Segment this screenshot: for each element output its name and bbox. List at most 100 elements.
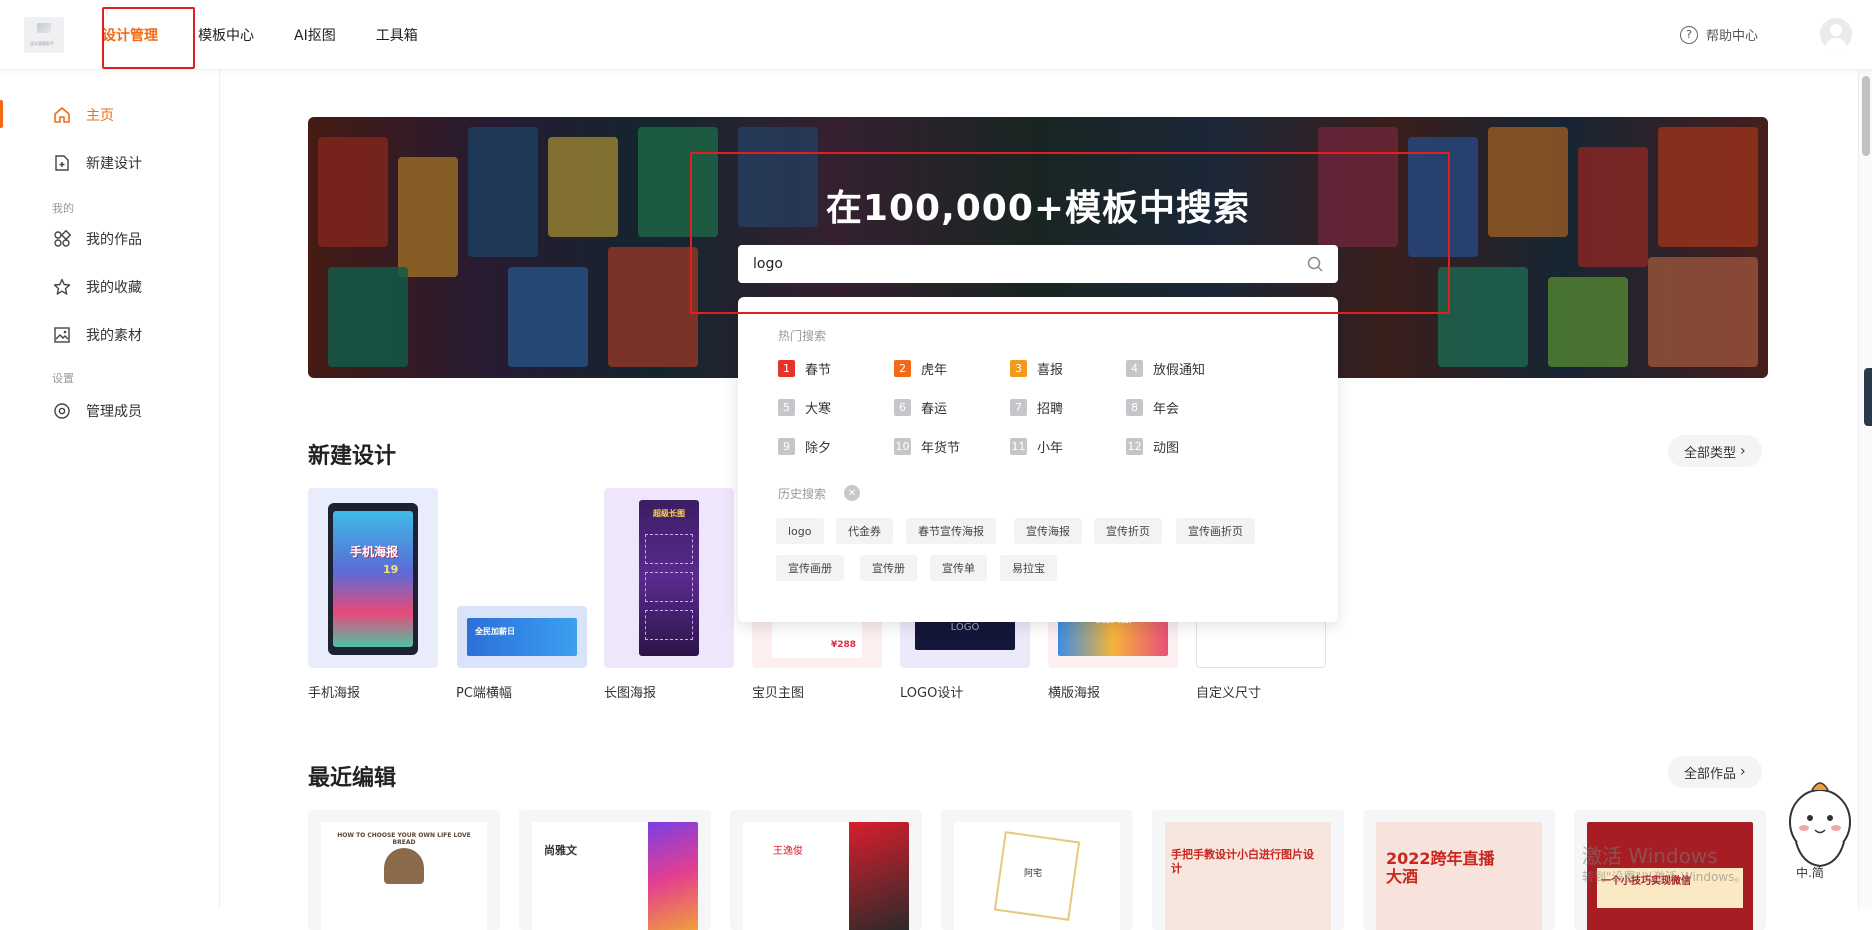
hot-search-item[interactable]: 1 春节 [778,359,831,378]
page-scrollbar[interactable] [1858,70,1872,909]
rank-badge: 11 [1010,438,1027,455]
history-search-label: 历史搜索 [778,487,827,501]
history-tag[interactable]: 春节宣传海报 [906,518,996,544]
pc-banner-text: 全民加薪日 [475,627,515,636]
rank-badge: 3 [1010,360,1027,377]
rank-badge: 4 [1126,360,1143,377]
sidebar-item-home[interactable]: 主页 [52,105,114,125]
recent-work-thumbnail: 手把手教设计小白进行图片设计 [1165,822,1331,930]
thumb-shape [849,822,909,930]
design-card-pc-banner[interactable]: 全民加薪日 [456,488,587,668]
sidebar-item-my-favorites[interactable]: 我的收藏 [52,277,142,297]
history-tag[interactable]: 宣传折页 [1094,518,1162,544]
sidebar-item-manage-members[interactable]: 管理成员 [52,401,142,421]
scrollbar-thumb[interactable] [1862,76,1870,156]
rank-badge: 7 [1010,399,1027,416]
recent-work-card[interactable]: 手把手教设计小白进行图片设计 [1152,810,1344,930]
design-card-long-poster[interactable]: 超级长图 [604,488,734,668]
active-indicator [0,100,3,128]
nav-toolbox[interactable]: 工具箱 [376,25,418,45]
long-poster-image: 超级长图 [639,500,699,656]
all-works-button[interactable]: 全部作品 › [1668,756,1762,788]
hot-search-item[interactable]: 9 除夕 [778,437,831,456]
thumb-text: 尚雅文 [544,844,577,857]
sidebar-item-new-design[interactable]: 新建设计 [52,153,142,173]
clear-history-icon[interactable]: ✕ [844,485,860,501]
thumb-text: 阿宅 [1024,869,1043,879]
card-label: 宝贝主图 [752,686,805,701]
hot-search-label: 招聘 [1037,402,1064,417]
hot-search-item[interactable]: 7 招聘 [1010,398,1063,417]
thumb-text: 王逸俊 [773,846,803,857]
cupcake-icon [384,848,424,884]
recent-work-card[interactable]: 尚雅文 [519,810,711,930]
hot-search-label: 放假通知 [1153,363,1206,378]
recent-work-card[interactable]: 阿宅 [941,810,1133,930]
recent-work-card[interactable]: 2022跨年直播大酒 [1363,810,1555,930]
recent-work-thumbnail: 阿宅 [954,822,1120,930]
card-label: 手机海报 [308,686,361,701]
logo-image-icon [37,23,51,33]
card-label: 长图海报 [604,686,657,701]
hot-search-item[interactable]: 8 年会 [1126,398,1179,417]
recent-edit-title: 最近编辑 [308,766,397,791]
history-tag[interactable]: 宣传海报 [1014,518,1082,544]
help-center-link[interactable]: ? 帮助中心 [1679,25,1758,44]
logo-sample-text: LOGO [950,622,980,633]
hot-search-item[interactable]: 4 放假通知 [1126,359,1205,378]
phone-frame: 手机海报 19 [328,503,418,655]
user-avatar[interactable] [1820,18,1852,50]
hot-search-item[interactable]: 2 虎年 [894,359,947,378]
windows-activation-hint: 转到"设置"以激活 Windows。 [1582,870,1747,884]
hot-search-item[interactable]: 11 小年 [1010,437,1063,456]
design-card-mobile-poster[interactable]: 手机海报 19 [308,488,438,668]
hot-search-label: 年会 [1153,402,1180,417]
windows-activation-watermark: 激活 Windows [1582,844,1718,868]
hot-search-label: 年货节 [921,441,961,456]
all-types-button[interactable]: 全部类型 › [1668,435,1762,467]
card-label: LOGO设计 [900,686,964,701]
side-float-widget[interactable] [1864,368,1872,426]
image-icon [52,325,72,345]
home-icon [52,105,72,125]
design-card-custom-size[interactable] [1196,620,1326,668]
mascot-text: 中.简 [1796,866,1824,880]
mascot-assistant[interactable]: 中.简 [1782,772,1858,882]
hot-search-item[interactable]: 5 大寒 [778,398,831,417]
thumb-shape [648,822,698,930]
hot-search-label: 除夕 [805,441,832,456]
recent-work-card[interactable]: HOW TO CHOOSE YOUR OWN LIFE LOVE BREAD [308,810,500,930]
recent-work-thumbnail: HOW TO CHOOSE YOUR OWN LIFE LOVE BREAD [321,822,487,930]
shapes-icon [52,229,72,249]
hot-search-item[interactable]: 10 年货节 [894,437,960,456]
thumb-text: 2022跨年直播大酒 [1386,849,1495,886]
product-price: ¥288 [830,640,856,650]
nav-template-center[interactable]: 模板中心 [198,25,254,45]
sidebar-item-label: 新建设计 [86,156,142,172]
app-logo[interactable]: 设计管理助手 [24,17,64,53]
settings-icon [52,401,72,421]
help-center-label: 帮助中心 [1705,29,1758,44]
sidebar-item-my-works[interactable]: 我的作品 [52,229,142,249]
history-tag[interactable]: 宣传画册 [776,555,844,581]
history-tag[interactable]: 易拉宝 [1000,555,1057,581]
history-tag[interactable]: 代金券 [836,518,893,544]
hot-search-item[interactable]: 6 春运 [894,398,947,417]
rank-badge: 8 [1126,399,1143,416]
sidebar-item-label: 我的收藏 [86,280,142,296]
long-poster-block [645,610,693,640]
recent-work-card[interactable]: 王逸俊 [730,810,922,930]
hot-search-label: 大寒 [805,402,832,417]
nav-ai-cutout[interactable]: AI抠图 [294,25,336,45]
history-tag[interactable]: 宣传单 [930,555,987,581]
hot-search-item[interactable]: 12 动图 [1126,437,1179,456]
history-tag[interactable]: logo [776,518,824,544]
sidebar-item-my-materials[interactable]: 我的素材 [52,325,142,345]
rank-badge: 9 [778,438,795,455]
history-tag[interactable]: 宣传画折页 [1176,518,1255,544]
rank-badge: 2 [894,360,911,377]
sidebar-item-label: 我的素材 [86,328,142,344]
hot-search-item[interactable]: 3 喜报 [1010,359,1063,378]
history-tag[interactable]: 宣传册 [860,555,917,581]
chevron-right-icon: › [1740,443,1746,459]
